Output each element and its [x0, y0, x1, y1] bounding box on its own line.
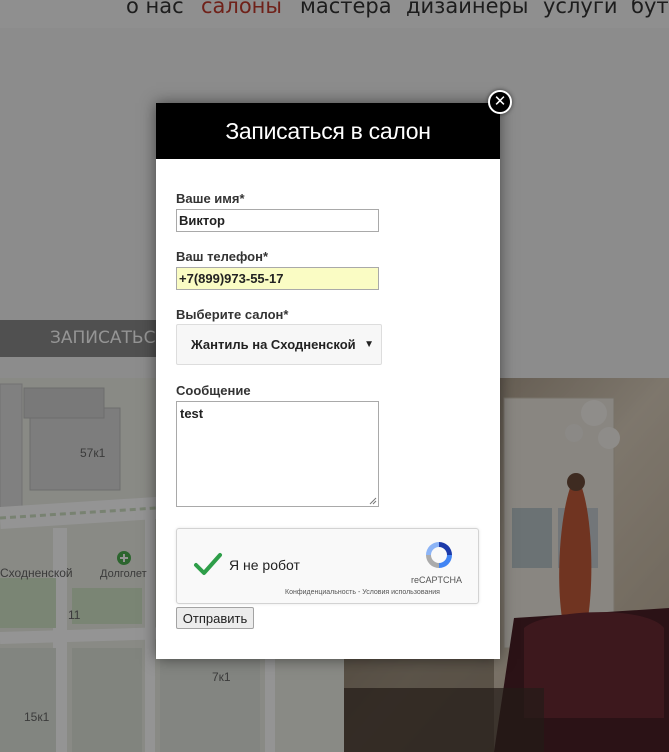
recaptcha-logo-icon	[426, 542, 452, 568]
message-textarea[interactable]: test	[176, 401, 379, 507]
salon-label: Выберите салон*	[176, 307, 289, 322]
modal-title: Записаться в салон	[156, 103, 500, 159]
recaptcha-label: Я не робот	[229, 557, 300, 573]
recaptcha-widget: Я не робот reCAPTCHA Конфиденциальность …	[176, 528, 479, 604]
submit-button[interactable]: Отправить	[176, 607, 254, 629]
message-text: test	[180, 406, 204, 421]
salon-select[interactable]: Жантиль на Сходненской ▼	[176, 324, 382, 365]
message-label: Сообщение	[176, 383, 251, 398]
dropdown-arrow-icon: ▼	[364, 339, 374, 350]
recaptcha-brand: reCAPTCHA	[411, 575, 463, 585]
resize-grip-icon[interactable]	[369, 497, 377, 505]
name-field[interactable]	[176, 209, 379, 232]
recaptcha-terms-link[interactable]: Конфиденциальность - Условия использован…	[285, 589, 440, 596]
close-icon[interactable]: ✕	[488, 90, 512, 114]
booking-modal: Записаться в салон Ваше имя* Ваш телефон…	[156, 103, 500, 659]
salon-select-value: Жантиль на Сходненской	[191, 337, 356, 352]
checkmark-icon[interactable]	[193, 549, 223, 579]
phone-label: Ваш телефон*	[176, 249, 269, 264]
name-label: Ваше имя*	[176, 191, 245, 206]
phone-field[interactable]	[176, 267, 379, 290]
